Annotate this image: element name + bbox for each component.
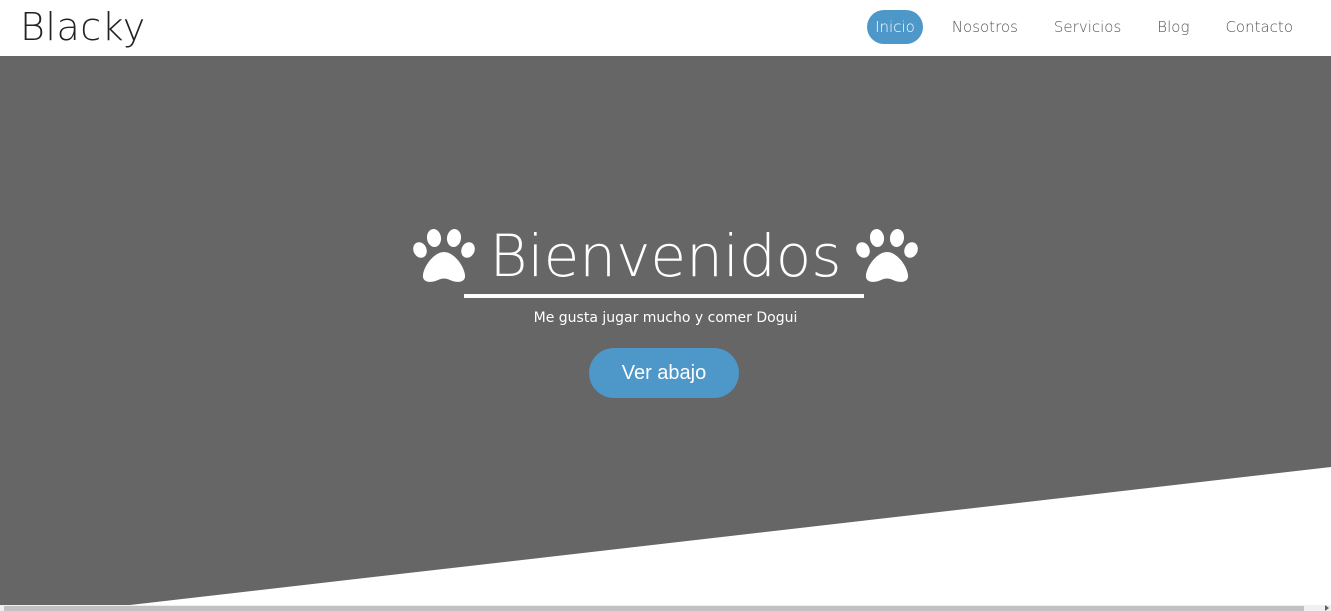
scrollbar-thumb[interactable] xyxy=(4,606,1304,611)
main-nav: Inicio Nosotros Servicios Blog Contacto xyxy=(867,10,1311,44)
paw-icon xyxy=(412,229,475,282)
horizontal-scrollbar[interactable] xyxy=(0,605,1331,611)
hero-section: Bienvenidos Me gusta jugar mucho y comer… xyxy=(0,56,1331,605)
scroll-right-arrow-icon[interactable] xyxy=(1325,605,1329,611)
hero-title-underline xyxy=(464,294,864,298)
hero-title-row: Bienvenidos xyxy=(0,224,1331,288)
header: Blacky Inicio Nosotros Servicios Blog Co… xyxy=(0,0,1331,56)
hero-background xyxy=(0,56,1331,605)
hero-title: Bienvenidos xyxy=(489,222,842,290)
nav-item-contacto[interactable]: Contacto xyxy=(1207,10,1311,44)
nav-item-blog[interactable]: Blog xyxy=(1139,10,1207,44)
nav-item-inicio[interactable]: Inicio xyxy=(867,10,923,44)
nav-item-nosotros[interactable]: Nosotros xyxy=(934,10,1036,44)
page: Blacky Inicio Nosotros Servicios Blog Co… xyxy=(0,0,1331,611)
nav-item-servicios[interactable]: Servicios xyxy=(1036,10,1139,44)
paw-icon xyxy=(856,229,919,282)
hero-subtitle: Me gusta jugar mucho y comer Dogui xyxy=(533,310,798,326)
site-logo[interactable]: Blacky xyxy=(20,2,146,52)
ver-abajo-button[interactable]: Ver abajo xyxy=(589,348,739,398)
